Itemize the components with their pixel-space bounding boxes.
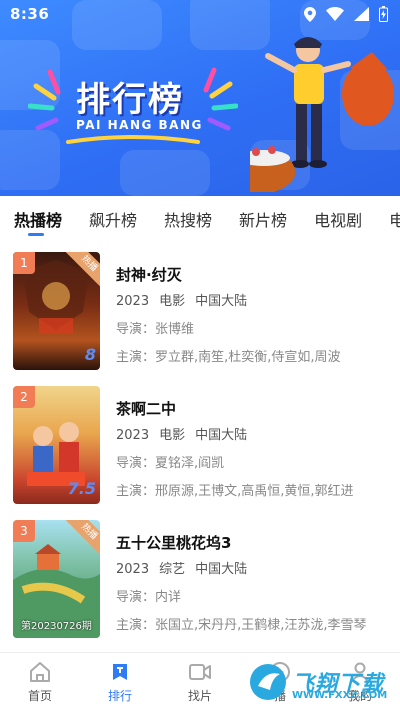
item-director: 导演：张博维 (116, 318, 392, 338)
item-year: 2023 (116, 428, 150, 443)
item-info: 五十公里桃花坞3 2023 综艺 中国大陆 导演：内详 主演：张国立,宋丹丹,王鹤棣… (116, 532, 392, 634)
tab-new-release[interactable]: 新片榜 (239, 207, 287, 231)
item-cast: 主演：罗立群,南笙,杜奕衡,侍宣如,周波 (116, 346, 392, 366)
item-info: 封神·纣灭 2023 电影 中国大陆 导演：张博维 主演：罗立群,南笙,杜奕衡,侍宣… (116, 264, 392, 366)
poster-episode-label: 第20230726期 (21, 621, 92, 632)
signal-icon (354, 7, 369, 21)
wifi-icon (326, 7, 344, 21)
watermark-logo: 飞翔下载 WWW.FXXZ.COM (248, 656, 400, 708)
watermark-url: WWW.FXXZ.COM (292, 690, 388, 701)
director-label: 导演： (116, 322, 156, 337)
director-value: 内详 (155, 590, 182, 605)
cast-label: 主演： (116, 350, 156, 365)
item-title[interactable]: 封神·纣灭 (116, 264, 392, 286)
item-type: 综艺 (159, 562, 186, 577)
banner-subtitle: PAI HANG BANG (76, 118, 203, 132)
score-label: 7.5 (67, 479, 96, 498)
item-meta: 2023 电影 中国大陆 (116, 424, 392, 444)
nav-home-label: 首页 (27, 689, 52, 703)
director-label: 导演： (116, 590, 156, 605)
rank-badge: 3 (13, 520, 35, 542)
nav-home[interactable]: 首页 (0, 653, 80, 711)
video-icon (189, 664, 211, 680)
item-type: 电影 (159, 294, 186, 309)
nav-find-label: 找片 (187, 689, 212, 703)
poster-image[interactable]: 2 7.5 (13, 386, 100, 504)
rank-badge: 1 (13, 252, 35, 274)
item-region: 中国大陆 (195, 294, 248, 309)
status-icons (304, 6, 388, 22)
hero-banner: 8:36 排行榜 PAI HANG BANG (0, 0, 400, 196)
nav-rank[interactable]: 排行 (80, 653, 160, 711)
nav-find[interactable]: 找片 (160, 653, 240, 711)
item-director: 导演：内详 (116, 586, 392, 606)
item-region: 中国大陆 (195, 562, 248, 577)
poster-image[interactable]: 3 热播 第20230726期 (13, 520, 100, 638)
cast-label: 主演： (116, 484, 156, 499)
rank-badge: 2 (13, 386, 35, 408)
cast-value: 邢原源,王博文,高禹恒,黄恒,郭红进 (155, 484, 354, 499)
item-director: 导演：夏铭泽,阎凯 (116, 452, 392, 472)
status-bar: 8:36 (0, 0, 400, 28)
item-title[interactable]: 茶啊二中 (116, 398, 392, 420)
poster-image[interactable]: 1 热播 8 (13, 252, 100, 370)
location-icon (304, 6, 316, 22)
item-type: 电影 (159, 428, 186, 443)
ranking-tabs: 热播榜 飙升榜 热搜榜 新片榜 电视剧 电影 (0, 196, 400, 242)
item-region: 中国大陆 (195, 428, 248, 443)
item-cast: 主演：邢原源,王博文,高禹恒,黄恒,郭红进 (116, 480, 392, 500)
ranking-list: 1 热播 8 封神·纣灭 2023 电影 中国大陆 导演：张博维 主演：罗立群,南笙… (0, 242, 400, 652)
cast-label: 主演： (116, 618, 156, 633)
item-meta: 2023 电影 中国大陆 (116, 290, 392, 310)
item-meta: 2023 综艺 中国大陆 (116, 558, 392, 578)
tab-hot-search[interactable]: 热搜榜 (164, 207, 212, 231)
tab-rising[interactable]: 飙升榜 (89, 207, 137, 231)
cast-value: 罗立群,南笙,杜奕衡,侍宣如,周波 (155, 350, 341, 365)
nav-rank-label: 排行 (107, 689, 132, 703)
cast-value: 张国立,宋丹丹,王鹤棣,汪苏泷,李雪琴 (155, 618, 367, 633)
home-icon (30, 662, 50, 682)
item-title[interactable]: 五十公里桃花坞3 (116, 532, 392, 554)
item-year: 2023 (116, 294, 150, 309)
director-label: 导演： (116, 456, 156, 471)
status-time: 8:36 (10, 5, 50, 23)
tab-tv-series[interactable]: 电视剧 (314, 207, 362, 231)
director-value: 张博维 (155, 322, 195, 337)
list-item[interactable]: 2 7.5 茶啊二中 2023 电影 中国大陆 导演：夏铭泽,阎凯 主演：邢原源,王… (0, 376, 400, 510)
item-info: 茶啊二中 2023 电影 中国大陆 导演：夏铭泽,阎凯 主演：邢原源,王博文,高禹恒… (116, 398, 392, 500)
banner-logo: 排行榜 PAI HANG BANG (28, 62, 238, 146)
character-illustration-icon (250, 37, 394, 192)
list-item[interactable]: 1 热播 8 封神·纣灭 2023 电影 中国大陆 导演：张博维 主演：罗立群,南笙… (0, 242, 400, 376)
director-value: 夏铭泽,阎凯 (155, 456, 225, 471)
rank-icon (113, 664, 127, 680)
item-year: 2023 (116, 562, 150, 577)
score-label: 8 (84, 345, 96, 364)
tab-movie[interactable]: 电影 (389, 207, 400, 231)
item-cast: 主演：张国立,宋丹丹,王鹤棣,汪苏泷,李雪琴 (116, 614, 392, 634)
list-item[interactable]: 3 热播 第20230726期 五十公里桃花坞3 2023 综艺 中国大陆 导演：内… (0, 510, 400, 644)
tab-hot-play[interactable]: 热播榜 (14, 207, 62, 236)
banner-title: 排行榜 (76, 80, 184, 120)
bird-logo-icon (250, 664, 286, 700)
battery-icon (379, 6, 388, 22)
